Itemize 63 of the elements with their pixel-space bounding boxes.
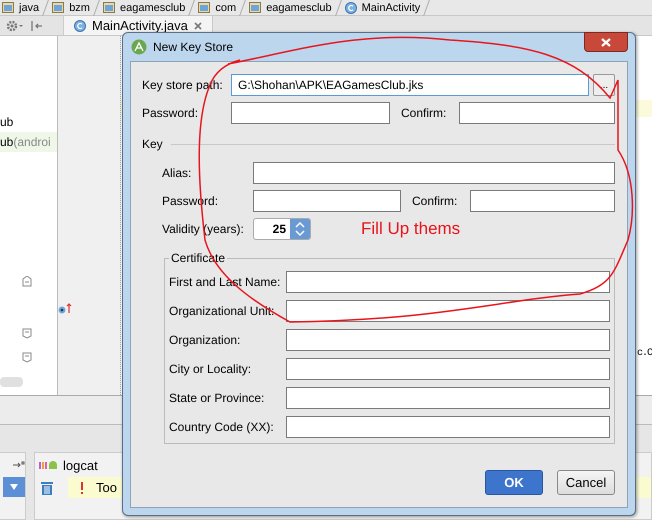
section-title: Key xyxy=(142,137,163,151)
input-field[interactable] xyxy=(459,102,615,124)
dropdown-button[interactable] xyxy=(3,477,25,497)
dialog-title: New Key Store xyxy=(153,40,234,54)
breadcrumb-item[interactable]: eagamesclub xyxy=(120,2,186,14)
close-button[interactable] xyxy=(584,32,628,52)
folder-icon xyxy=(52,2,64,13)
input-field[interactable] xyxy=(286,328,610,350)
cancel-button[interactable]: Cancel xyxy=(557,470,615,495)
gear-icon[interactable] xyxy=(6,20,24,32)
field-label: Organization: xyxy=(169,332,242,346)
input-field[interactable] xyxy=(286,300,610,322)
log-message: Too xyxy=(96,480,117,495)
caret-icon xyxy=(9,483,19,491)
field-label: Organizational Unit: xyxy=(169,304,276,318)
code-text: c.C xyxy=(636,348,652,359)
input-field[interactable] xyxy=(286,358,610,380)
class-icon xyxy=(344,2,357,14)
override-icon[interactable] xyxy=(58,302,72,314)
scrollbar[interactable] xyxy=(0,377,23,387)
annotation-text: Fill Up thems xyxy=(361,219,460,239)
tree-item[interactable]: ub xyxy=(0,112,57,132)
folder-icon xyxy=(2,2,14,13)
input-field[interactable] xyxy=(286,416,610,438)
field-label: Country Code (XX): xyxy=(169,420,275,434)
fold-marker-icon[interactable] xyxy=(22,328,32,339)
input-field[interactable] xyxy=(231,102,390,124)
pin-icon[interactable] xyxy=(13,461,25,469)
folder-icon xyxy=(198,2,210,13)
tree-item[interactable]: ub(androi xyxy=(0,132,57,152)
input-field[interactable] xyxy=(470,190,615,212)
field-label: Confirm: xyxy=(401,106,448,120)
fold-marker-icon[interactable] xyxy=(22,352,32,363)
input-field[interactable] xyxy=(286,386,610,408)
field-label: Confirm: xyxy=(412,194,458,208)
android-studio-icon xyxy=(131,39,147,55)
breadcrumb-item[interactable]: eagamesclub xyxy=(266,2,332,14)
breadcrumb-item[interactable]: java xyxy=(19,2,40,14)
folder-icon xyxy=(249,2,262,13)
field-label: State or Province: xyxy=(169,390,266,404)
breadcrumb-item[interactable]: bzm xyxy=(69,2,90,14)
field-label: Password: xyxy=(142,106,200,120)
number-spinner[interactable]: 25 xyxy=(253,218,311,240)
input-field[interactable]: G:\Shohan\APK\EAGamesClub.jks xyxy=(231,74,589,96)
field-label: Alias: xyxy=(162,166,192,180)
trash-icon[interactable] xyxy=(40,480,54,496)
folder-icon xyxy=(102,2,115,13)
breadcrumb-item[interactable]: MainActivity xyxy=(362,2,420,14)
field-label: City or Locality: xyxy=(169,362,252,376)
spinner-arrows-icon xyxy=(295,221,305,237)
editor-tab[interactable]: MainActivity.java xyxy=(64,16,213,35)
logcat-tab[interactable]: logcat xyxy=(35,453,123,477)
class-icon xyxy=(74,20,86,32)
warning-icon xyxy=(80,482,84,494)
ok-button[interactable]: OK xyxy=(485,470,543,495)
close-icon[interactable] xyxy=(194,22,202,30)
input-field[interactable] xyxy=(286,270,610,292)
input-field[interactable] xyxy=(253,162,615,184)
close-icon xyxy=(601,38,611,46)
android-icon xyxy=(39,460,57,470)
breadcrumb-item[interactable]: com xyxy=(215,2,236,14)
input-field[interactable] xyxy=(253,190,401,212)
collapse-icon[interactable] xyxy=(30,20,44,32)
